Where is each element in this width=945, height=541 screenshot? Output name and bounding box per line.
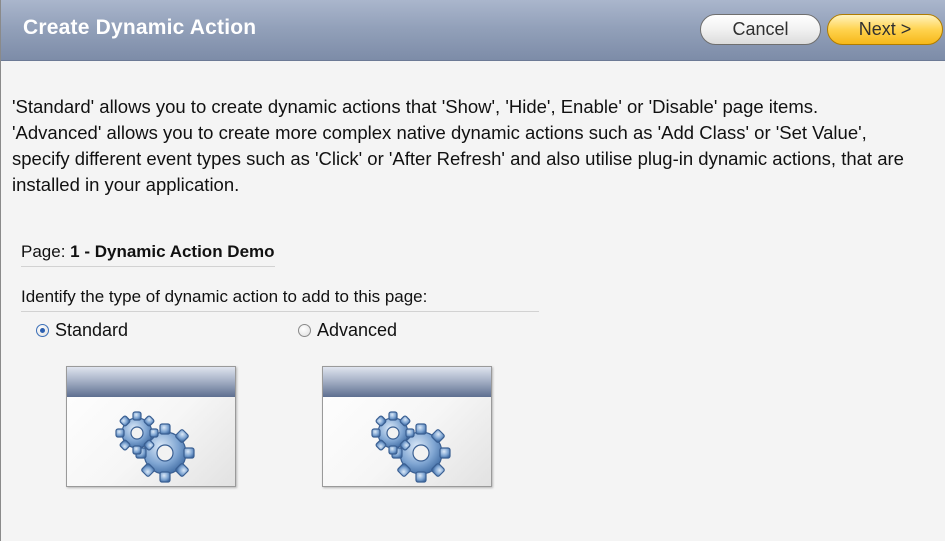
advanced-radio-label[interactable]: Advanced <box>317 320 397 341</box>
standard-radio-option[interactable]: Standard <box>36 320 128 341</box>
thumbnail-title-bar <box>67 367 235 397</box>
gears-icon <box>371 411 451 483</box>
create-dynamic-action-region: Create Dynamic Action Cancel Next > 'Sta… <box>0 0 945 541</box>
region-title: Create Dynamic Action <box>23 16 257 39</box>
title-bar: Create Dynamic Action Cancel Next > <box>1 0 945 61</box>
help-text: 'Standard' allows you to create dynamic … <box>12 96 904 195</box>
page-value: 1 - Dynamic Action Demo <box>70 242 275 261</box>
advanced-thumbnail[interactable] <box>322 366 492 487</box>
next-button[interactable]: Next > <box>827 14 943 45</box>
page-label: Page: <box>21 242 66 261</box>
action-type-label: Identify the type of dynamic action to a… <box>21 287 539 312</box>
standard-radio-label[interactable]: Standard <box>55 320 128 341</box>
cancel-button[interactable]: Cancel <box>700 14 821 45</box>
gears-icon <box>115 411 195 483</box>
standard-radio[interactable] <box>36 324 49 337</box>
page-info: Page: 1 - Dynamic Action Demo <box>21 242 275 267</box>
thumbnail-title-bar <box>323 367 491 397</box>
advanced-radio[interactable] <box>298 324 311 337</box>
standard-thumbnail[interactable] <box>66 366 236 487</box>
advanced-radio-option[interactable]: Advanced <box>298 320 397 341</box>
